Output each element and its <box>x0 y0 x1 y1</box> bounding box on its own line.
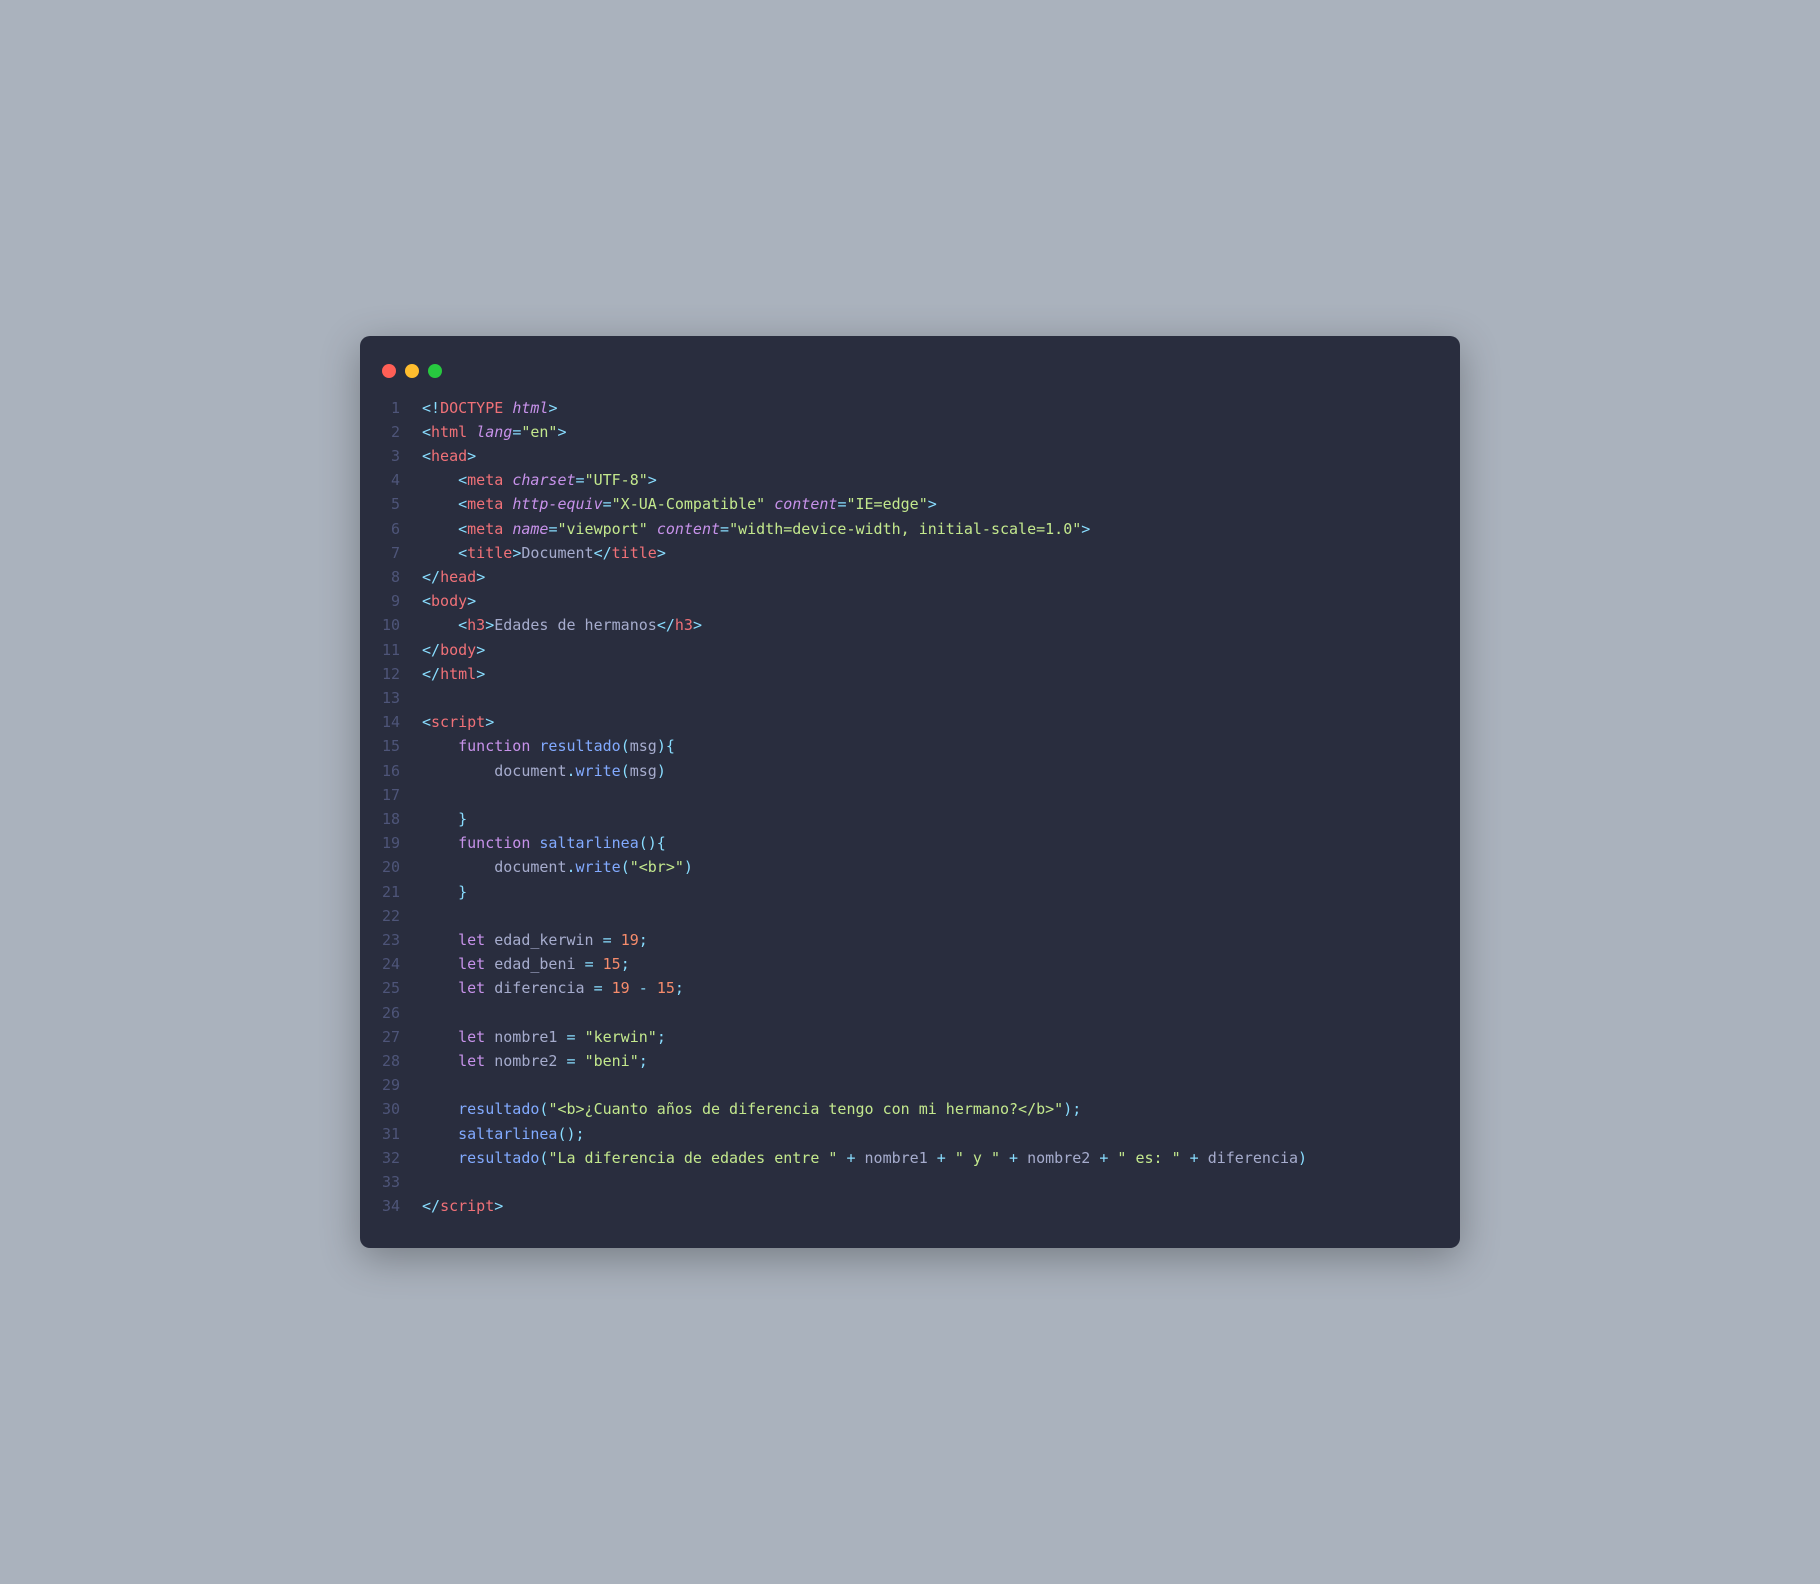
editor-window: 1 2 3 4 5 6 7 8 9 10 11 12 13 14 15 16 1… <box>360 336 1460 1249</box>
title-bar <box>360 356 1460 396</box>
doctype-keyword: DOCTYPE <box>440 399 503 417</box>
title-text: Document <box>521 544 593 562</box>
gutter: 1 2 3 4 5 6 7 8 9 10 11 12 13 14 15 16 1… <box>382 396 422 1219</box>
script-close: script <box>440 1197 494 1215</box>
doctype-value: html <box>512 399 548 417</box>
code-content[interactable]: <!DOCTYPE html> <html lang="en"> <head> … <box>422 396 1307 1219</box>
close-icon[interactable] <box>382 364 396 378</box>
body-close: body <box>440 641 476 659</box>
html-open: html <box>431 423 467 441</box>
fn-resultado: resultado <box>539 737 620 755</box>
body-open: body <box>431 592 467 610</box>
head-close: head <box>440 568 476 586</box>
head-open: head <box>431 447 467 465</box>
minimize-icon[interactable] <box>405 364 419 378</box>
h3-text: Edades de hermanos <box>494 616 657 634</box>
script-open: script <box>431 713 485 731</box>
fn-saltarlinea: saltarlinea <box>539 834 638 852</box>
html-close: html <box>440 665 476 683</box>
code-area: 1 2 3 4 5 6 7 8 9 10 11 12 13 14 15 16 1… <box>360 396 1460 1219</box>
maximize-icon[interactable] <box>428 364 442 378</box>
